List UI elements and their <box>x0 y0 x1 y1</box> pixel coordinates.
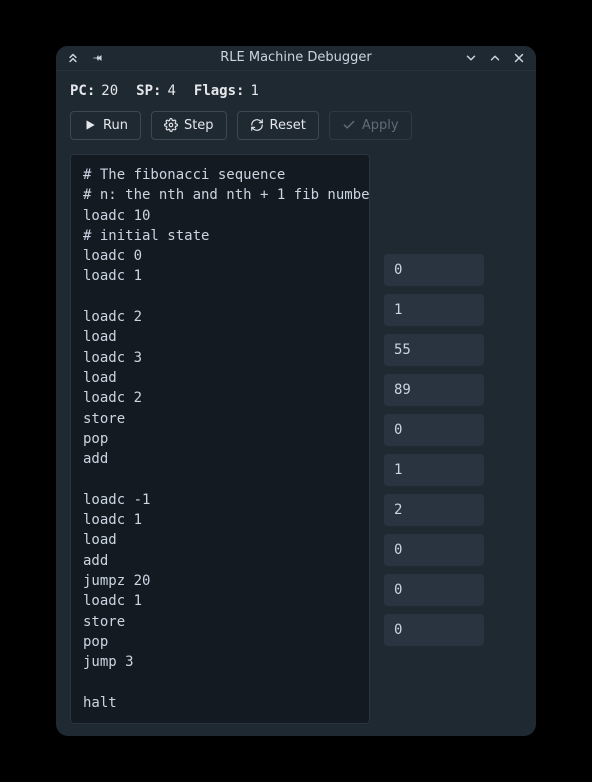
code-editor[interactable]: # The fibonacci sequence # n: the nth an… <box>70 154 370 724</box>
sp-label: SP: <box>136 83 161 99</box>
sp-status: SP: 4 <box>136 83 176 99</box>
toolbar: Run Step Reset Apply <box>70 111 522 140</box>
flags-status: Flags: 1 <box>194 83 259 99</box>
refresh-icon <box>250 118 264 132</box>
gear-icon <box>164 118 178 132</box>
step-button-label: Step <box>184 118 214 133</box>
stack-cell[interactable]: 0 <box>384 534 484 566</box>
apply-button-label: Apply <box>362 118 399 133</box>
check-icon <box>342 118 356 132</box>
stack-cell[interactable]: 1 <box>384 294 484 326</box>
run-button-label: Run <box>103 118 128 133</box>
run-button[interactable]: Run <box>70 111 141 140</box>
window-title: RLE Machine Debugger <box>146 50 446 65</box>
pc-status: PC: 20 <box>70 83 118 99</box>
titlebar: RLE Machine Debugger <box>56 46 536 71</box>
flags-value: 1 <box>250 83 258 99</box>
stack-cell[interactable]: 1 <box>384 454 484 486</box>
minimize-icon[interactable] <box>464 51 478 65</box>
stack-cell[interactable]: 0 <box>384 574 484 606</box>
pin-icon[interactable] <box>90 51 104 65</box>
stack-cell[interactable]: 0 <box>384 614 484 646</box>
pc-label: PC: <box>70 83 95 99</box>
stack-cell[interactable]: 2 <box>384 494 484 526</box>
stack-cell[interactable]: 89 <box>384 374 484 406</box>
content-area: PC: 20 SP: 4 Flags: 1 Run <box>56 71 536 736</box>
sp-value: 4 <box>167 83 175 99</box>
flags-label: Flags: <box>194 83 245 99</box>
close-icon[interactable] <box>512 51 526 65</box>
titlebar-right <box>446 51 526 65</box>
stack-cell[interactable]: 0 <box>384 414 484 446</box>
step-button[interactable]: Step <box>151 111 227 140</box>
app-window: RLE Machine Debugger PC: 20 SP: 4 <box>56 46 536 736</box>
play-icon <box>83 118 97 132</box>
main-area: # The fibonacci sequence # n: the nth an… <box>70 154 522 724</box>
stack-cell[interactable]: 55 <box>384 334 484 366</box>
reset-button-label: Reset <box>270 118 306 133</box>
apply-button[interactable]: Apply <box>329 111 412 140</box>
pc-value: 20 <box>101 83 118 99</box>
status-row: PC: 20 SP: 4 Flags: 1 <box>70 83 522 99</box>
reset-button[interactable]: Reset <box>237 111 319 140</box>
chevrons-up-icon[interactable] <box>66 51 80 65</box>
titlebar-left <box>66 51 146 65</box>
stack-cell[interactable]: 0 <box>384 254 484 286</box>
stack-panel: 0 1 55 89 0 1 2 0 0 0 <box>384 154 522 724</box>
maximize-icon[interactable] <box>488 51 502 65</box>
